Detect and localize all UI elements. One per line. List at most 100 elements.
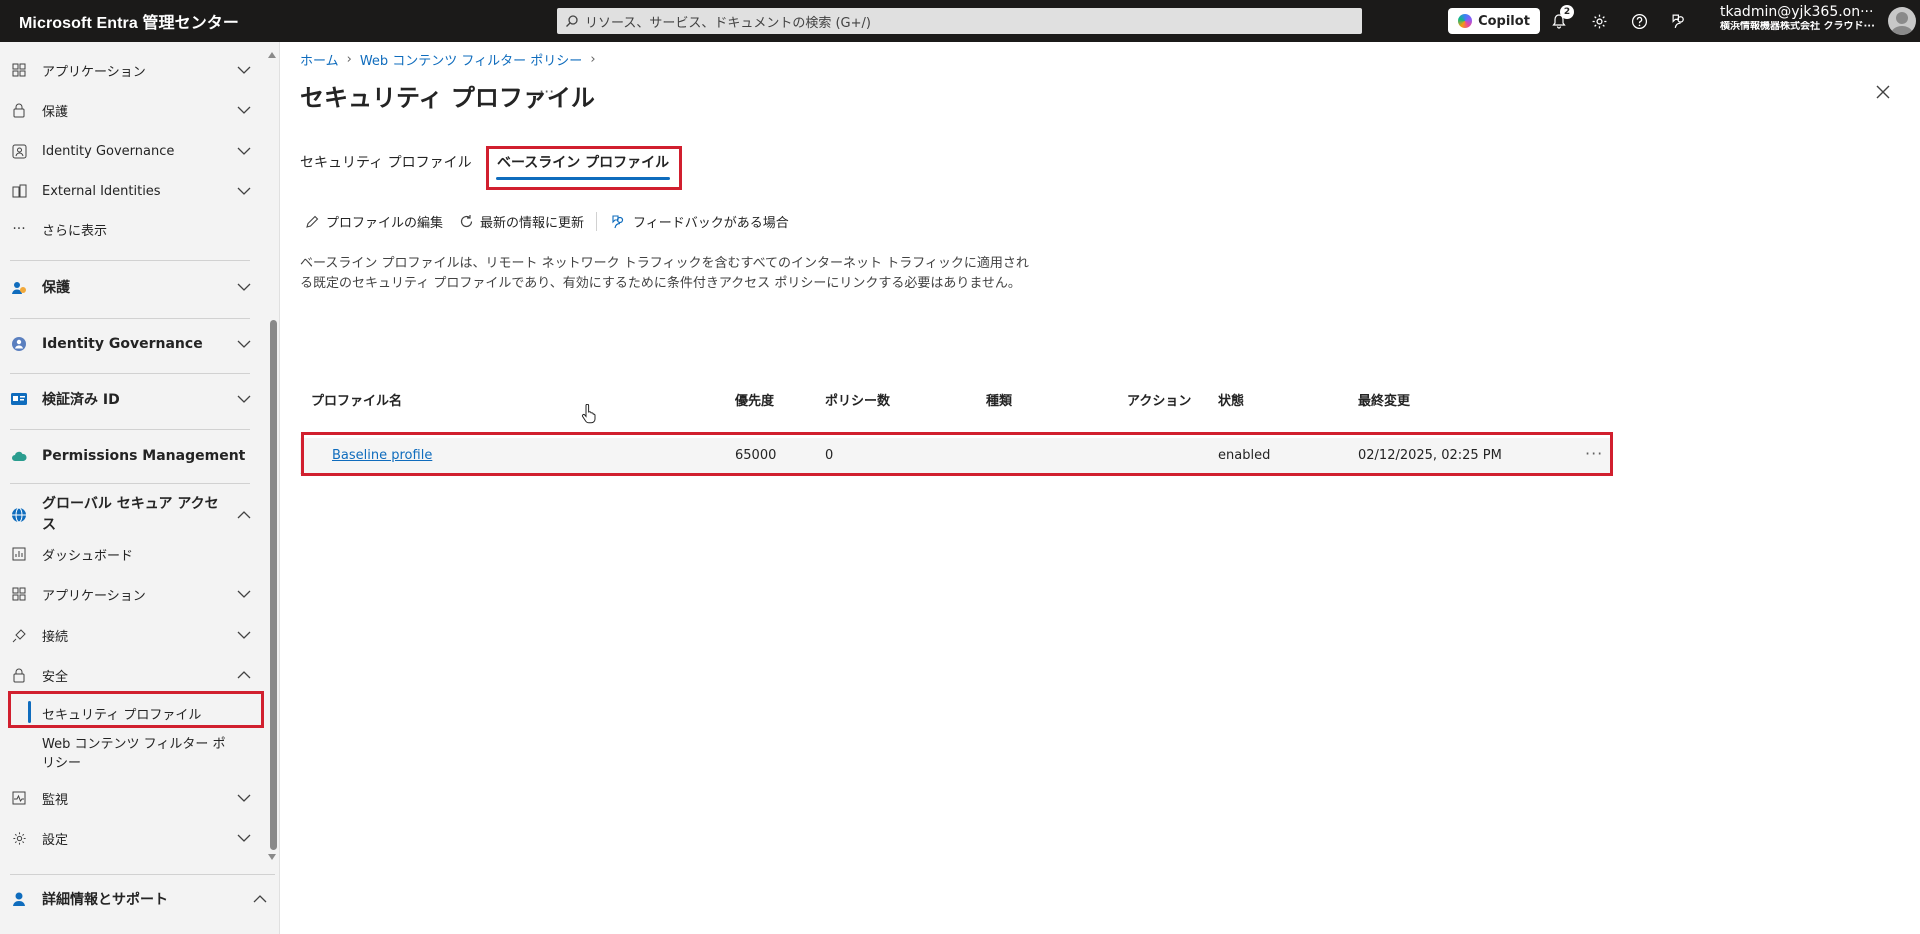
sidebar-item-identity-governance[interactable]: Identity Governance — [0, 139, 265, 163]
highlight-box-row — [301, 432, 1613, 476]
main-content: ホーム › Web コンテンツ フィルター ポリシー › セキュリティ プロファ… — [281, 42, 1920, 934]
breadcrumb-web-content-filtering[interactable]: Web コンテンツ フィルター ポリシー — [360, 50, 582, 69]
settings-button[interactable] — [1588, 10, 1610, 32]
sidebar-divider — [10, 483, 250, 484]
apps-grid-icon — [10, 61, 28, 79]
lock-icon — [10, 101, 28, 119]
sidebar-item-label: 保護 — [42, 104, 69, 120]
sidebar: アプリケーション 保護 Identity Governance External… — [0, 42, 280, 934]
sidebar-item-monitor[interactable]: 監視 — [0, 786, 265, 810]
edit-profile-button[interactable]: プロファイルの編集 — [305, 212, 443, 231]
id-badge-icon — [10, 142, 28, 160]
sidebar-item-label: さらに表示 — [42, 223, 108, 239]
highlight-box-tab — [486, 146, 682, 190]
sidebar-item-protection[interactable]: 保護 — [0, 98, 265, 122]
more-icon: ··· — [12, 221, 26, 237]
pencil-icon — [306, 215, 319, 228]
scroll-down-arrow[interactable] — [268, 854, 276, 860]
breadcrumb-home[interactable]: ホーム — [300, 50, 339, 69]
chevron-down-icon — [237, 395, 251, 403]
feedback-button[interactable] — [1668, 10, 1690, 32]
plug-icon — [10, 626, 28, 644]
command-bar: プロファイルの編集 最新の情報に更新 フィードバックがある場合 — [305, 212, 805, 231]
column-header-type[interactable]: 種類 — [986, 390, 1012, 409]
scrollbar-thumb[interactable] — [270, 320, 277, 850]
lock-icon — [10, 666, 28, 684]
sidebar-item-label: Permissions Management — [42, 448, 246, 464]
sidebar-item-label: Identity Governance — [42, 143, 175, 159]
sidebar-item-label: 接続 — [42, 629, 69, 645]
chevron-down-icon — [237, 631, 251, 639]
column-header-policy-count[interactable]: ポリシー数 — [825, 390, 890, 409]
chevron-down-icon — [237, 794, 251, 802]
dashboard-icon — [10, 545, 28, 563]
feedback-button-main[interactable]: フィードバックがある場合 — [611, 212, 789, 231]
search-placeholder: リソース、サービス、ドキュメントの検索 (G+/) — [585, 15, 871, 31]
column-header-last-modified[interactable]: 最終変更 — [1358, 390, 1410, 409]
sidebar-item-secure[interactable]: 安全 — [0, 663, 265, 687]
sidebar-item-dashboard[interactable]: ダッシュボード — [0, 542, 265, 566]
column-header-action[interactable]: アクション — [1127, 390, 1191, 409]
sidebar-item-label: グローバル セキュア アクセス — [42, 496, 219, 533]
sidebar-item-settings[interactable]: 設定 — [0, 826, 265, 850]
scroll-up-arrow[interactable] — [268, 52, 276, 58]
notifications-button[interactable]: 2 — [1548, 5, 1574, 32]
sidebar-divider — [10, 874, 275, 875]
support-person-icon — [10, 890, 28, 908]
avatar[interactable] — [1888, 7, 1916, 35]
page-description: ベースライン プロファイルは、リモート ネットワーク トラフィックを含むすべての… — [300, 256, 1029, 291]
sidebar-item-gsa-applications[interactable]: アプリケーション — [0, 582, 265, 606]
chevron-down-icon — [237, 106, 251, 114]
chevron-right-icon: › — [590, 52, 596, 67]
column-header-profile-name[interactable]: プロファイル名 — [311, 390, 402, 409]
top-bar: Microsoft Entra 管理センター リソース、サービス、ドキュメントの… — [0, 0, 1920, 42]
sidebar-item-label: ダッシュボード — [42, 548, 134, 564]
chevron-down-icon — [237, 283, 251, 291]
chevron-down-icon — [237, 340, 251, 348]
chevron-down-icon — [237, 66, 251, 74]
sidebar-item-verified-id[interactable]: 検証済み ID — [0, 387, 265, 411]
close-icon[interactable] — [1873, 82, 1893, 102]
search-box[interactable]: リソース、サービス、ドキュメントの検索 (G+/) — [557, 8, 1362, 34]
sidebar-item-show-more[interactable]: ··· さらに表示 — [0, 217, 265, 241]
chevron-down-icon — [237, 147, 251, 155]
chevron-down-icon — [237, 187, 251, 195]
chevron-down-icon — [237, 834, 251, 842]
user-account[interactable]: tkadmin@yjk365.on··· 横浜情報機器株式会社 クラウド··· — [1720, 5, 1888, 32]
copilot-button[interactable]: Copilot — [1448, 8, 1540, 34]
column-header-priority[interactable]: 優先度 — [735, 390, 774, 409]
column-header-state[interactable]: 状態 — [1218, 390, 1244, 409]
sidebar-divider — [10, 429, 250, 430]
sidebar-item-label: 検証済み ID — [42, 392, 120, 408]
sidebar-divider — [10, 318, 250, 319]
sidebar-item-label: Identity Governance — [42, 336, 203, 352]
feedback-icon — [612, 214, 624, 228]
chevron-up-icon — [237, 511, 251, 519]
refresh-button[interactable]: 最新の情報に更新 — [459, 212, 598, 231]
sidebar-item-applications[interactable]: アプリケーション — [0, 58, 265, 82]
help-button[interactable] — [1628, 10, 1650, 32]
user-org: 横浜情報機器株式会社 クラウド··· — [1720, 21, 1875, 33]
verified-id-icon — [10, 390, 28, 408]
refresh-label: 最新の情報に更新 — [480, 216, 585, 231]
copilot-label: Copilot — [1478, 13, 1530, 29]
notification-badge: 2 — [1560, 5, 1574, 19]
sidebar-item-label: 安全 — [42, 669, 69, 685]
sidebar-item-protection-section[interactable]: 保護 — [0, 275, 265, 299]
sidebar-item-learn-support[interactable]: 詳細情報とサポート — [0, 887, 280, 911]
sidebar-item-identity-governance-section[interactable]: Identity Governance — [0, 332, 265, 356]
user-email: tkadmin@yjk365.on··· — [1720, 5, 1874, 20]
sidebar-item-permissions-management[interactable]: Permissions Management — [0, 444, 265, 468]
sidebar-item-connect[interactable]: 接続 — [0, 623, 265, 647]
more-options-icon[interactable]: ··· — [539, 82, 554, 101]
gear-icon — [1592, 14, 1606, 28]
sidebar-divider — [10, 260, 250, 261]
sidebar-item-global-secure-access[interactable]: グローバル セキュア アクセス — [0, 490, 265, 540]
sidebar-item-web-content-filtering[interactable]: Web コンテンツ フィルター ポリシー — [42, 735, 232, 773]
refresh-icon — [460, 215, 473, 228]
globe-icon — [10, 506, 28, 524]
search-icon — [566, 15, 578, 27]
app-brand[interactable]: Microsoft Entra 管理センター — [0, 9, 540, 33]
sidebar-item-external-identities[interactable]: External Identities — [0, 179, 265, 203]
tab-security-profiles[interactable]: セキュリティ プロファイル — [300, 152, 472, 172]
